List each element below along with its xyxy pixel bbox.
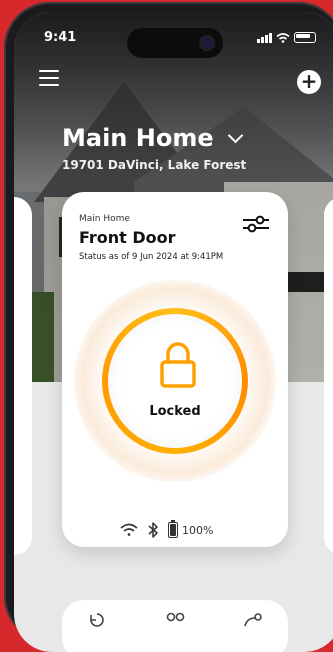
home-title: Main Home xyxy=(62,124,214,152)
camera-icon xyxy=(201,37,213,49)
bottom-actions xyxy=(88,612,263,628)
wifi-icon xyxy=(120,523,138,536)
settings-sliders-icon[interactable] xyxy=(242,214,270,234)
battery-status-icon xyxy=(294,32,316,43)
lock-toggle-button[interactable]: Locked xyxy=(102,308,248,454)
menu-icon[interactable] xyxy=(39,70,59,86)
padlock-icon xyxy=(160,342,196,388)
status-timestamp: Status as of 9 Jun 2024 at 9:41PM xyxy=(79,252,224,262)
phone-frame: 9:41 + Main Home 19701 DaVinci, Lake For… xyxy=(4,2,333,652)
device-card: Main Home Front Door Status as of 9 Jun … xyxy=(62,192,288,547)
status-bar: 9:41 xyxy=(14,12,333,58)
status-time: 9:41 xyxy=(44,30,77,45)
battery-percent: 100% xyxy=(182,523,214,537)
users-icon[interactable] xyxy=(164,612,186,628)
device-name: Front Door xyxy=(79,228,176,247)
history-icon[interactable] xyxy=(88,612,106,628)
app-screen: 9:41 + Main Home 19701 DaVinci, Lake For… xyxy=(14,12,333,652)
next-device-card[interactable] xyxy=(324,197,333,555)
bottom-actions-panel xyxy=(62,600,288,652)
chevron-down-icon xyxy=(227,127,243,143)
lock-state-label: Locked xyxy=(149,404,201,419)
home-selector[interactable]: Main Home xyxy=(62,124,243,152)
settings-gear-icon[interactable] xyxy=(243,612,263,628)
dynamic-island xyxy=(127,28,223,58)
status-icons xyxy=(257,32,316,43)
bluetooth-icon xyxy=(148,522,158,538)
connectivity-row: 100% xyxy=(120,520,214,538)
wifi-status-icon xyxy=(276,32,290,43)
previous-device-card[interactable] xyxy=(14,197,32,555)
home-address: 19701 DaVinci, Lake Forest xyxy=(62,158,247,172)
card-home-label: Main Home xyxy=(79,214,130,224)
signal-icon xyxy=(257,32,272,43)
add-device-button[interactable]: + xyxy=(297,70,321,94)
battery-icon xyxy=(168,520,178,538)
